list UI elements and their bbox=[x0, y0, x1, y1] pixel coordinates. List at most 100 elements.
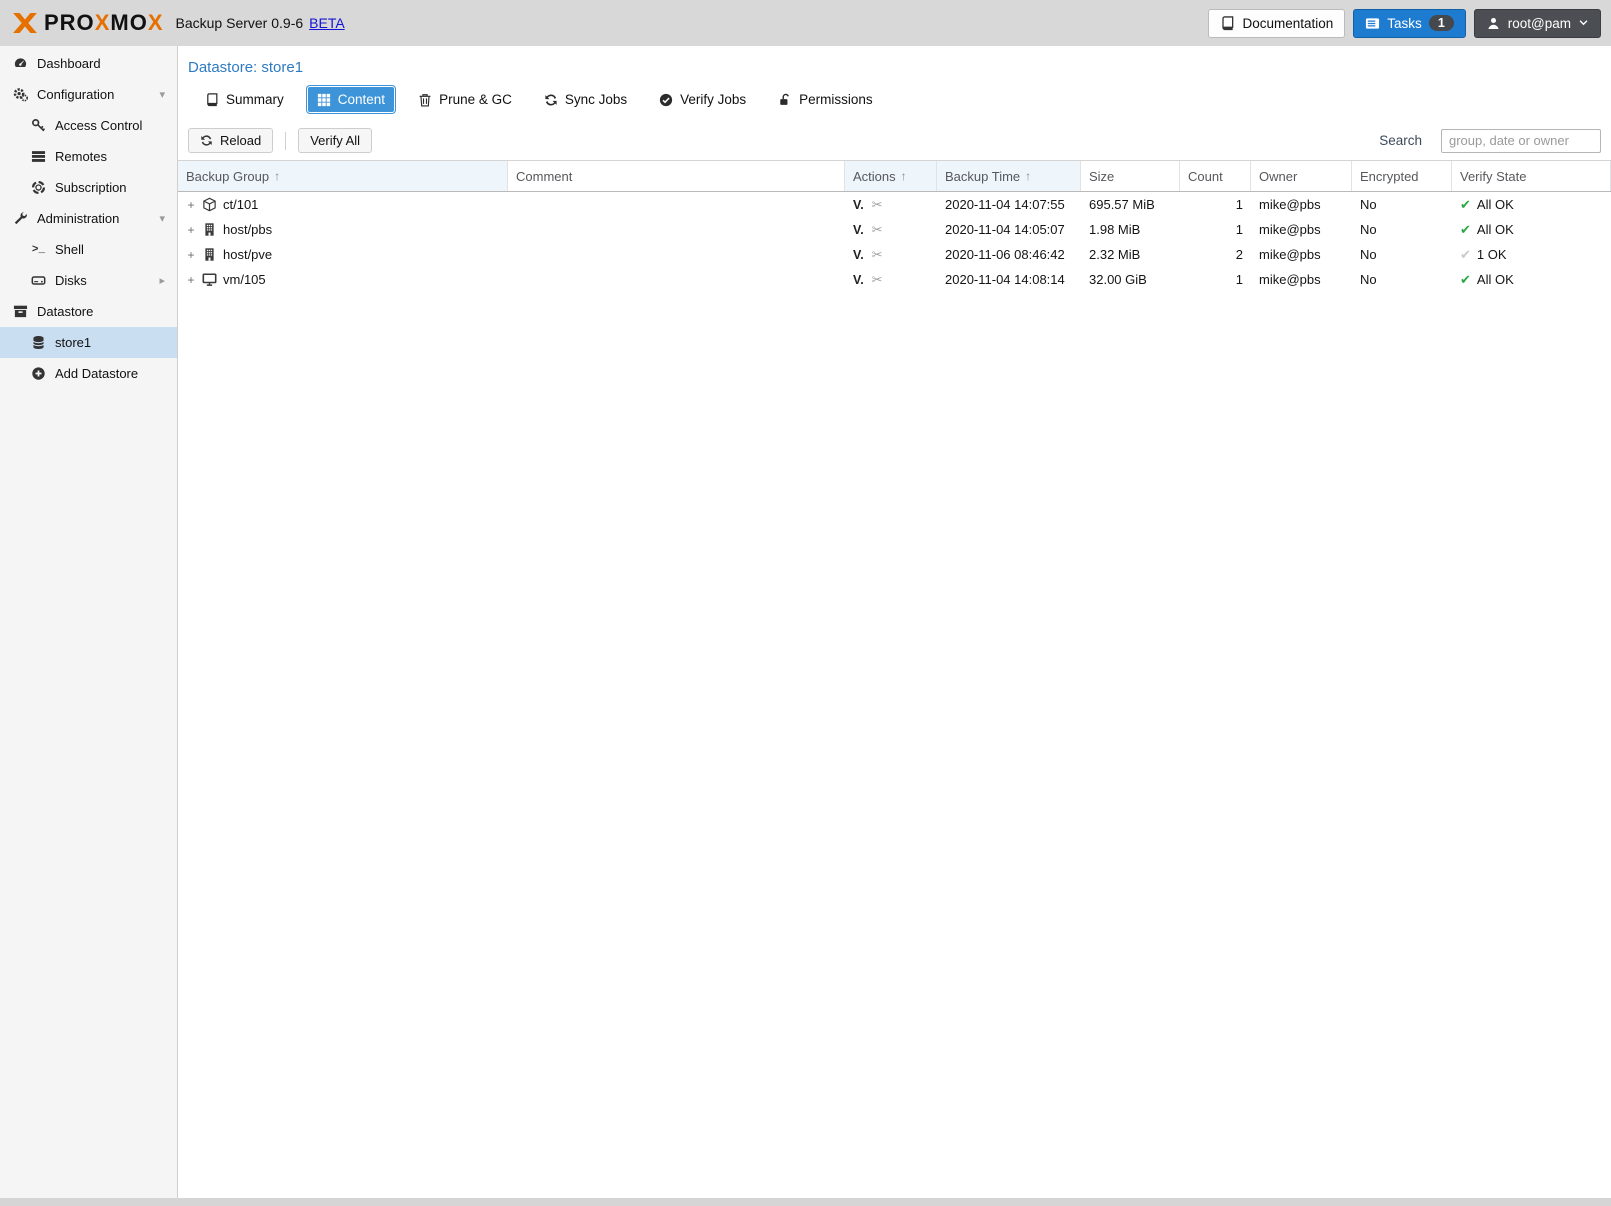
bottom-edge bbox=[0, 1198, 1611, 1206]
table-row[interactable]: + ct/101 V.✂ 2020-11-04 14:07:55 695.57 … bbox=[178, 192, 1611, 217]
gears-icon bbox=[12, 87, 29, 102]
proxmox-x-icon bbox=[10, 8, 40, 38]
prune-scissors-icon[interactable]: ✂ bbox=[872, 247, 883, 263]
tasks-button[interactable]: Tasks 1 bbox=[1353, 9, 1465, 38]
size-cell: 2.32 MiB bbox=[1081, 247, 1180, 262]
count-cell: 2 bbox=[1180, 247, 1251, 262]
sidebar-item-access-control[interactable]: Access Control bbox=[0, 110, 177, 141]
sidebar-item-shell[interactable]: >_ Shell bbox=[0, 234, 177, 265]
beta-link[interactable]: BETA bbox=[309, 15, 345, 31]
table-row[interactable]: + host/pbs V.✂ 2020-11-04 14:05:07 1.98 … bbox=[178, 217, 1611, 242]
verify-state-cell: All OK bbox=[1477, 197, 1514, 212]
expand-icon[interactable]: + bbox=[186, 273, 196, 287]
column-header-actions[interactable]: Actions↑ bbox=[845, 161, 937, 191]
verify-action[interactable]: V. bbox=[853, 273, 864, 287]
sidebar-item-administration[interactable]: Administration ▾ bbox=[0, 203, 177, 234]
sidebar-item-remotes[interactable]: Remotes bbox=[0, 141, 177, 172]
owner-cell: mike@pbs bbox=[1251, 247, 1352, 262]
sync-icon bbox=[544, 93, 558, 107]
collapse-caret-icon[interactable]: ▾ bbox=[159, 88, 165, 101]
documentation-button[interactable]: Documentation bbox=[1208, 9, 1345, 38]
owner-cell: mike@pbs bbox=[1251, 222, 1352, 237]
key-icon bbox=[30, 118, 47, 133]
expand-icon[interactable]: + bbox=[186, 198, 196, 212]
tab-content[interactable]: Content bbox=[307, 86, 395, 113]
verify-action[interactable]: V. bbox=[853, 223, 864, 237]
reload-button[interactable]: Reload bbox=[188, 128, 273, 153]
search-label: Search bbox=[1379, 133, 1422, 148]
column-header-verify-state[interactable]: Verify State bbox=[1452, 161, 1611, 191]
sidebar-item-datastore[interactable]: Datastore bbox=[0, 296, 177, 327]
toolbar-separator bbox=[285, 132, 286, 150]
backup-time-cell: 2020-11-04 14:08:14 bbox=[937, 272, 1081, 287]
owner-cell: mike@pbs bbox=[1251, 197, 1352, 212]
column-header-count[interactable]: Count bbox=[1180, 161, 1251, 191]
table-row[interactable]: + vm/105 V.✂ 2020-11-04 14:08:14 32.00 G… bbox=[178, 267, 1611, 292]
proxmox-wordmark: PROXMOX bbox=[44, 10, 164, 36]
count-cell: 1 bbox=[1180, 197, 1251, 212]
sidebar-item-add-datastore[interactable]: Add Datastore bbox=[0, 358, 177, 389]
user-menu-button[interactable]: root@pam bbox=[1474, 9, 1601, 38]
backup-time-cell: 2020-11-04 14:05:07 bbox=[937, 222, 1081, 237]
user-icon bbox=[1486, 16, 1501, 31]
tab-summary[interactable]: Summary bbox=[196, 87, 293, 112]
chevron-down-icon bbox=[1578, 16, 1589, 31]
column-header-size[interactable]: Size bbox=[1081, 161, 1180, 191]
product-version: Backup Server 0.9-6 bbox=[176, 15, 304, 31]
count-cell: 1 bbox=[1180, 222, 1251, 237]
sidebar-item-subscription[interactable]: Subscription bbox=[0, 172, 177, 203]
check-icon: ✔ bbox=[1460, 272, 1471, 288]
size-cell: 1.98 MiB bbox=[1081, 222, 1180, 237]
sort-asc-icon: ↑ bbox=[1025, 169, 1031, 183]
expand-icon[interactable]: + bbox=[186, 223, 196, 237]
trash-icon bbox=[418, 93, 432, 107]
verify-action[interactable]: V. bbox=[853, 198, 864, 212]
collapse-caret-icon[interactable]: ▾ bbox=[159, 212, 165, 225]
task-list-icon bbox=[1365, 16, 1380, 31]
proxmox-logo: PROXMOX bbox=[10, 8, 164, 38]
prune-scissors-icon[interactable]: ✂ bbox=[872, 272, 883, 288]
tab-verify-jobs[interactable]: Verify Jobs bbox=[650, 87, 755, 112]
column-header-comment[interactable]: Comment bbox=[508, 161, 845, 191]
column-header-backup-group[interactable]: Backup Group↑ bbox=[178, 161, 508, 191]
expand-icon[interactable]: + bbox=[186, 248, 196, 262]
toolbar: Reload Verify All Search bbox=[178, 121, 1611, 160]
database-icon bbox=[30, 335, 47, 350]
tabbar: Summary Content Prune & GC Sync Jobs Ver… bbox=[196, 86, 1611, 113]
verify-state-cell: All OK bbox=[1477, 272, 1514, 287]
encrypted-cell: No bbox=[1352, 222, 1452, 237]
tab-permissions[interactable]: Permissions bbox=[769, 87, 882, 112]
verify-state-cell: All OK bbox=[1477, 222, 1514, 237]
plus-circle-icon bbox=[30, 366, 47, 381]
life-ring-icon bbox=[30, 180, 47, 195]
expand-caret-icon[interactable]: ▸ bbox=[159, 274, 165, 287]
table-row[interactable]: + host/pve V.✂ 2020-11-06 08:46:42 2.32 … bbox=[178, 242, 1611, 267]
dashboard-icon bbox=[12, 56, 29, 71]
size-cell: 32.00 GiB bbox=[1081, 272, 1180, 287]
check-icon: ✔ bbox=[1460, 222, 1471, 238]
server-list-icon bbox=[30, 149, 47, 164]
main-panel: Datastore: store1 Summary Content Prune … bbox=[178, 46, 1611, 1198]
column-header-encrypted[interactable]: Encrypted bbox=[1352, 161, 1452, 191]
book-icon bbox=[1220, 16, 1235, 31]
verify-all-button[interactable]: Verify All bbox=[298, 128, 372, 153]
sidebar-item-disks[interactable]: Disks ▸ bbox=[0, 265, 177, 296]
backup-time-cell: 2020-11-06 08:46:42 bbox=[937, 247, 1081, 262]
encrypted-cell: No bbox=[1352, 197, 1452, 212]
tab-sync-jobs[interactable]: Sync Jobs bbox=[535, 87, 636, 112]
sidebar-item-store1[interactable]: store1 bbox=[0, 327, 177, 358]
prune-scissors-icon[interactable]: ✂ bbox=[872, 197, 883, 213]
size-cell: 695.57 MiB bbox=[1081, 197, 1180, 212]
refresh-icon bbox=[200, 134, 213, 147]
prune-scissors-icon[interactable]: ✂ bbox=[872, 222, 883, 238]
tab-prune-gc[interactable]: Prune & GC bbox=[409, 87, 521, 112]
column-header-backup-time[interactable]: Backup Time↑ bbox=[937, 161, 1081, 191]
container-icon bbox=[202, 197, 217, 212]
sidebar-item-dashboard[interactable]: Dashboard bbox=[0, 48, 177, 79]
sidebar-item-configuration[interactable]: Configuration ▾ bbox=[0, 79, 177, 110]
column-header-owner[interactable]: Owner bbox=[1251, 161, 1352, 191]
check-icon: ✔ bbox=[1460, 247, 1471, 263]
verify-action[interactable]: V. bbox=[853, 248, 864, 262]
search-input[interactable] bbox=[1441, 129, 1601, 153]
check-icon: ✔ bbox=[1460, 197, 1471, 213]
